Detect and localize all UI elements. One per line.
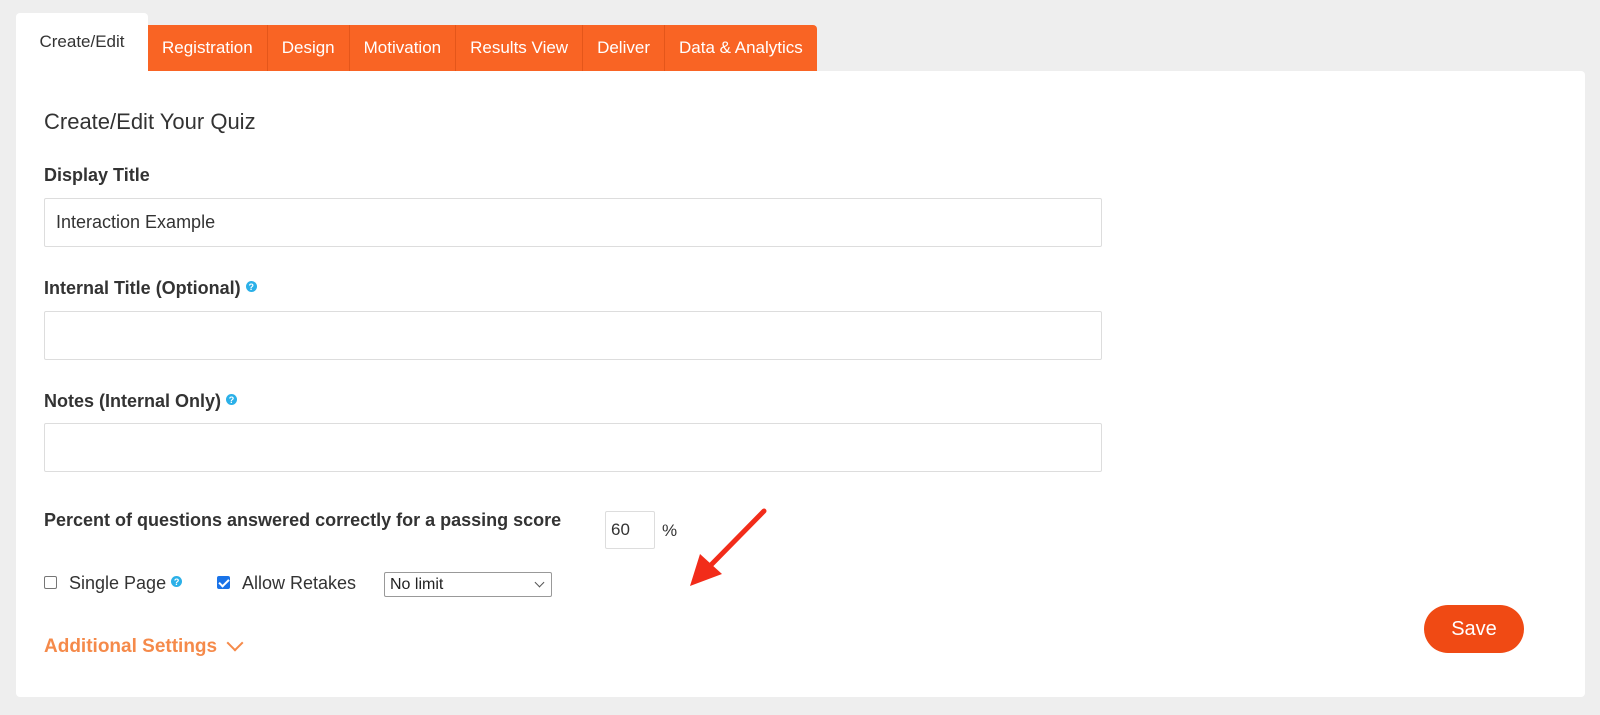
notes-input[interactable] bbox=[44, 423, 1102, 472]
tab-deliver[interactable]: Deliver bbox=[583, 25, 665, 71]
single-page-label-text: Single Page bbox=[69, 573, 167, 593]
single-page-label: Single Page? bbox=[69, 573, 183, 594]
internal-title-input[interactable] bbox=[44, 311, 1102, 360]
passing-score-label-text: Percent of questions answered correctly … bbox=[44, 510, 562, 530]
internal-title-label-text: Internal Title (Optional) bbox=[44, 278, 241, 298]
chevron-down-icon bbox=[534, 577, 545, 588]
tab-create-edit-label: Create/Edit bbox=[39, 32, 125, 51]
notes-label: Notes (Internal Only)? bbox=[44, 391, 238, 412]
quiz-editor-panel: Create/Edit Your Quiz Display Title Inte… bbox=[16, 71, 1585, 697]
retake-limit-value: No limit bbox=[390, 576, 444, 593]
red-arrow-icon bbox=[690, 508, 767, 586]
additional-settings-label: Additional Settings bbox=[44, 636, 218, 657]
display-title-input[interactable] bbox=[44, 198, 1102, 247]
allow-retakes-checkbox[interactable] bbox=[217, 576, 230, 589]
page-title: Create/Edit Your Quiz bbox=[44, 109, 256, 134]
allow-retakes-label: Allow Retakes bbox=[242, 573, 357, 593]
notes-label-text: Notes (Internal Only) bbox=[44, 391, 222, 411]
percent-sign: % bbox=[662, 521, 678, 540]
chevron-down-icon bbox=[226, 634, 244, 652]
tab-motivation[interactable]: Motivation bbox=[350, 25, 457, 71]
tab-results-view[interactable]: Results View bbox=[456, 25, 584, 71]
help-icon[interactable]: ? bbox=[226, 394, 238, 405]
tab-group: Registration Design Motivation Results V… bbox=[148, 25, 817, 71]
help-icon[interactable]: ? bbox=[171, 576, 183, 587]
internal-title-label: Internal Title (Optional)? bbox=[44, 278, 257, 299]
single-page-checkbox[interactable] bbox=[44, 576, 57, 589]
tab-bar: Create/Edit Registration Design Motivati… bbox=[16, 13, 817, 71]
tab-data-analytics[interactable]: Data & Analytics bbox=[665, 25, 817, 71]
save-button[interactable]: Save bbox=[1424, 605, 1524, 653]
tab-design[interactable]: Design bbox=[268, 25, 350, 71]
passing-score-label: Percent of questions answered correctly … bbox=[44, 510, 561, 531]
additional-settings-toggle[interactable]: Additional Settings bbox=[44, 634, 244, 658]
help-icon[interactable]: ? bbox=[245, 281, 257, 292]
tab-registration[interactable]: Registration bbox=[148, 25, 268, 71]
retake-limit-select[interactable]: No limit bbox=[384, 572, 552, 597]
display-title-label: Display Title bbox=[44, 165, 150, 186]
passing-score-input[interactable] bbox=[605, 511, 655, 549]
display-title-label-text: Display Title bbox=[44, 165, 150, 185]
tab-create-edit[interactable]: Create/Edit bbox=[16, 13, 148, 71]
